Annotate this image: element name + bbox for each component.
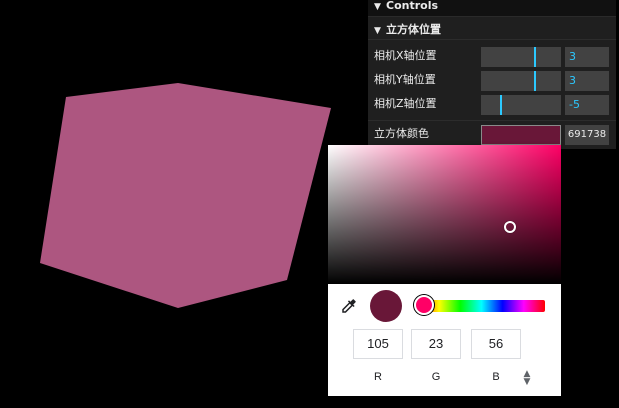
divider [368, 120, 616, 121]
camera-x-slider[interactable] [481, 47, 561, 67]
chevron-down-icon: ▼ [374, 2, 381, 12]
controls-title[interactable]: ▼ Controls [368, 0, 616, 17]
controls-title-label: Controls [386, 0, 439, 12]
up-down-arrows-icon[interactable]: ▲ ▼ [521, 370, 533, 387]
saturation-brightness-area[interactable] [328, 145, 561, 284]
camera-y-slider[interactable] [481, 71, 561, 91]
sv-black-gradient [328, 145, 561, 284]
current-color-preview [370, 290, 402, 322]
slider-fill [534, 71, 536, 91]
cube-color-hex[interactable]: 691738 [565, 125, 609, 145]
controls-panel: ▼ Controls ▼ 立方体位置 相机X轴位置 3 相机Y轴位置 3 相机Z轴位… [368, 0, 616, 149]
green-channel-label: G [431, 371, 441, 383]
control-label-camera-z: 相机Z轴位置 [374, 97, 437, 110]
camera-z-input[interactable]: -5 [565, 95, 609, 115]
control-row-camera-y: 相机Y轴位置 3 [368, 69, 616, 91]
green-channel-input[interactable]: 23 [411, 329, 461, 359]
hue-slider[interactable] [418, 300, 545, 312]
eyedropper-icon[interactable] [340, 297, 358, 315]
red-channel-input[interactable]: 105 [353, 329, 403, 359]
slider-fill [534, 47, 536, 67]
color-picker-popup: 105 23 56 R G B ▲ ▼ [328, 145, 561, 396]
folder-title-label: 立方体位置 [386, 23, 441, 36]
control-row-cube-color: 立方体颜色 691738 [368, 123, 616, 145]
hue-slider-thumb[interactable] [414, 295, 434, 315]
blue-channel-input[interactable]: 56 [471, 329, 521, 359]
chevron-down-icon: ▼ [374, 26, 381, 36]
cube [40, 83, 331, 308]
sv-handle[interactable] [504, 221, 516, 233]
control-row-camera-z: 相机Z轴位置 -5 [368, 93, 616, 115]
control-row-camera-x: 相机X轴位置 3 [368, 45, 616, 67]
control-label-camera-x: 相机X轴位置 [374, 49, 437, 62]
control-label-camera-y: 相机Y轴位置 [374, 73, 436, 86]
camera-y-input[interactable]: 3 [565, 71, 609, 91]
cube-color-swatch[interactable] [481, 125, 561, 145]
slider-fill [500, 95, 502, 115]
blue-channel-label: B [492, 371, 500, 383]
camera-x-input[interactable]: 3 [565, 47, 609, 67]
red-channel-label: R [374, 371, 382, 383]
folder-title-cube-position[interactable]: ▼ 立方体位置 [368, 19, 616, 40]
camera-z-slider[interactable] [481, 95, 561, 115]
control-label-cube-color: 立方体颜色 [374, 127, 429, 140]
